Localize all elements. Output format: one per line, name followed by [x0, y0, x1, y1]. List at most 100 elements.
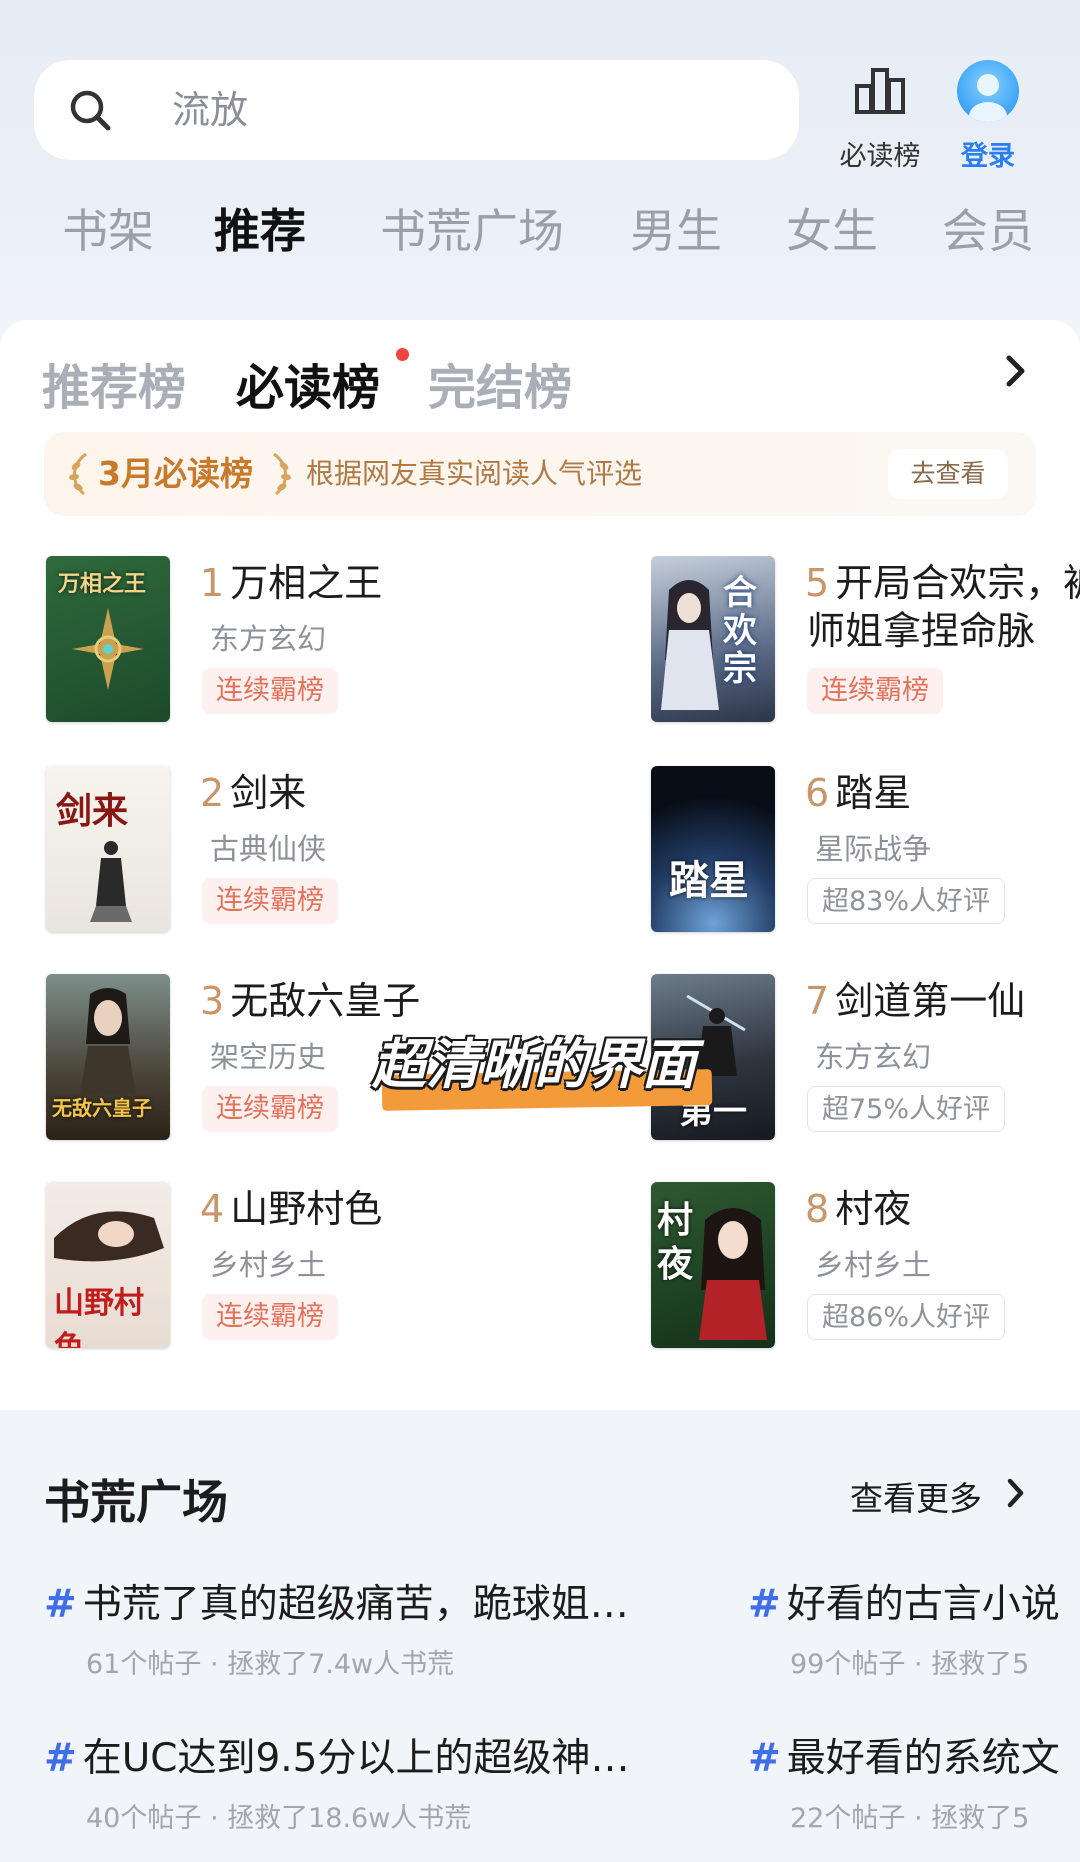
- chevron-right-icon[interactable]: [1006, 1476, 1026, 1510]
- emblem-icon: [72, 608, 144, 690]
- book-cover[interactable]: 合欢宗: [651, 556, 775, 722]
- topic-stats: 99个帖子 · 拯救了5: [790, 1649, 1030, 1680]
- hashtag-icon: #: [748, 1736, 781, 1781]
- tab-female[interactable]: 女生: [786, 195, 878, 261]
- book-genre: 乡村乡土: [815, 1248, 932, 1282]
- book-cover[interactable]: 踏星: [651, 766, 775, 932]
- book-title: 4 山野村色: [200, 1186, 382, 1232]
- topic-item[interactable]: # 在UC达到9.5分以上的超级神… 40个帖子 · 拯救了18.6w人书荒: [44, 1734, 684, 1835]
- top-nav-tabs: 书架 推荐 书荒广场 男生 女生 会员: [0, 195, 1080, 258]
- tab-male[interactable]: 男生: [630, 195, 722, 261]
- rank-button-label: 必读榜: [839, 141, 921, 172]
- login-button[interactable]: 登录: [948, 60, 1028, 173]
- book-item[interactable]: 踏星 6 踏星 星际战争 超83%人好评: [651, 766, 1080, 936]
- book-genre: 古典仙侠: [210, 832, 327, 866]
- rank-number: 8: [805, 1187, 830, 1231]
- book-title-text: 村夜: [835, 1187, 912, 1231]
- book-item[interactable]: 合欢宗 5 开局合欢宗，被 师姐拿捏命脉 连续霸榜: [651, 556, 1080, 726]
- book-cover[interactable]: 村夜: [651, 1182, 775, 1348]
- book-genre: 东方玄幻: [210, 622, 327, 656]
- rank-button[interactable]: 必读榜: [830, 66, 930, 173]
- book-cover[interactable]: 无敌六皇子: [46, 974, 170, 1140]
- cover-title: 踏星: [669, 857, 749, 904]
- tab-bookshelf[interactable]: 书架: [62, 195, 154, 261]
- view-button[interactable]: 去查看: [888, 449, 1008, 499]
- rank-number: 1: [200, 561, 225, 605]
- rank-number: 6: [805, 771, 830, 815]
- chevron-right-icon[interactable]: [1003, 352, 1029, 390]
- subtab-recommend-list[interactable]: 推荐榜: [42, 348, 186, 418]
- prince-figure-icon: [80, 988, 136, 1094]
- tab-member[interactable]: 会员: [942, 195, 1034, 261]
- notification-dot: [396, 348, 409, 361]
- topic-title: 好看的古言小说: [786, 1582, 1060, 1627]
- book-genre: 架空历史: [210, 1040, 327, 1074]
- book-genre: 乡村乡土: [210, 1248, 327, 1282]
- search-bar[interactable]: 流放: [34, 60, 799, 160]
- banner-description: 根据网友真实阅读人气评选: [306, 457, 643, 490]
- book-title-text: 山野村色: [230, 1187, 383, 1231]
- topic-stats: 22个帖子 · 拯救了5: [790, 1803, 1030, 1834]
- cover-title: 山野村色: [54, 1286, 144, 1348]
- woman-portrait-icon: [54, 1211, 164, 1262]
- book-item[interactable]: 剑来 2 剑来 古典仙侠 连续霸榜: [46, 766, 536, 936]
- cover-title: 剑来: [56, 790, 129, 832]
- book-title: 5 开局合欢宗，被: [805, 560, 1080, 606]
- book-title: 8 村夜: [805, 1186, 911, 1232]
- tab-book-square[interactable]: 书荒广场: [380, 195, 564, 261]
- book-cover[interactable]: 山野村色: [46, 1182, 170, 1348]
- topic-title: 最好看的系统文: [786, 1736, 1060, 1781]
- search-icon: [70, 90, 111, 131]
- book-genre: 星际战争: [815, 832, 932, 866]
- hashtag-icon: #: [44, 1736, 77, 1781]
- woman-portrait-icon: [699, 1208, 767, 1340]
- book-title-text: 剑道第一仙: [835, 979, 1026, 1023]
- tab-recommend[interactable]: 推荐: [214, 195, 306, 261]
- book-tag: 连续霸榜: [202, 878, 338, 924]
- topic-item[interactable]: # 好看的古言小说 99个帖子 · 拯救了5: [748, 1580, 1080, 1681]
- rank-number: 2: [200, 771, 225, 815]
- topic-title: 书荒了真的超级痛苦，跪球姐…: [82, 1582, 629, 1627]
- topic-item[interactable]: # 书荒了真的超级痛苦，跪球姐… 61个帖子 · 拯救了7.4w人书荒: [44, 1580, 684, 1681]
- book-item[interactable]: 万相之王 1 万相之王 东方玄幻 连续霸榜: [46, 556, 536, 726]
- book-title-text: 无敌六皇子: [230, 979, 421, 1023]
- rank-number: 5: [805, 561, 830, 605]
- book-title-text: 万相之王: [230, 561, 383, 605]
- topic-title: 在UC达到9.5分以上的超级神…: [82, 1736, 630, 1781]
- book-tag: 连续霸榜: [202, 668, 338, 714]
- rank-number: 3: [200, 979, 225, 1023]
- ranking-subtabs: 推荐榜 必读榜 完结榜: [0, 348, 1080, 416]
- book-title: 6 踏星: [805, 770, 911, 816]
- topic-stats: 40个帖子 · 拯救了18.6w人书荒: [86, 1803, 472, 1834]
- cover-title: 万相之王: [58, 571, 147, 597]
- book-tag: 超75%人好评: [807, 1086, 1006, 1132]
- subtab-must-read-list[interactable]: 必读榜: [236, 348, 380, 418]
- book-title-text: 踏星: [835, 771, 912, 815]
- book-item[interactable]: 山野村色 4 山野村色 乡村乡土 连续霸榜: [46, 1182, 536, 1352]
- book-cover[interactable]: 剑来: [46, 766, 170, 932]
- book-item[interactable]: 村夜 8 村夜 乡村乡土 超86%人好评: [651, 1182, 1080, 1352]
- rank-number: 4: [200, 1187, 225, 1231]
- login-button-label: 登录: [961, 141, 1015, 172]
- book-tag: 连续霸榜: [202, 1086, 338, 1132]
- topic-item[interactable]: # 最好看的系统文 22个帖子 · 拯救了5: [748, 1734, 1080, 1835]
- banner-title: 3月必读榜: [98, 454, 253, 493]
- topic-stats: 61个帖子 · 拯救了7.4w人书荒: [86, 1649, 455, 1680]
- subtab-finished-list[interactable]: 完结榜: [428, 348, 572, 418]
- book-cover[interactable]: 万相之王: [46, 556, 170, 722]
- book-item[interactable]: 第一仙 7剑道第一仙 东方玄幻 超75%人好评: [651, 974, 1080, 1144]
- woman-figure-icon: [661, 580, 719, 710]
- book-title: 7 剑道第一仙: [805, 978, 1025, 1024]
- see-more-link[interactable]: 查看更多: [850, 1472, 982, 1520]
- laurel-left-icon: [69, 452, 87, 496]
- section-title: 书荒广场: [44, 1475, 228, 1529]
- monthly-banner[interactable]: 3月必读榜 根据网友真实阅读人气评选 去查看: [44, 432, 1036, 516]
- hashtag-icon: #: [748, 1582, 781, 1627]
- cover-title: 无敌六皇子: [52, 1096, 152, 1120]
- book-genre: 东方玄幻: [815, 1040, 932, 1074]
- cover-title: 合欢宗: [723, 573, 757, 689]
- book-title: 1 万相之王: [200, 560, 382, 606]
- search-input[interactable]: 流放: [172, 60, 248, 160]
- book-title-text: 开局合欢宗，被: [835, 561, 1080, 605]
- book-tag: 连续霸榜: [202, 1294, 338, 1340]
